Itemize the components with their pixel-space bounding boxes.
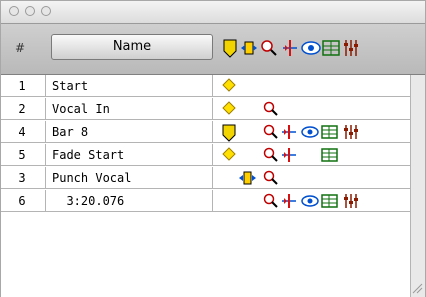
resize-grip-icon[interactable] (411, 282, 423, 294)
automation-icon (344, 40, 358, 56)
location-icons (215, 167, 411, 189)
location-icons (215, 190, 411, 212)
list-item[interactable]: 2 Vocal In (1, 98, 411, 120)
location-number: 1 (18, 79, 26, 93)
marker-icon (222, 101, 236, 115)
name-sort-button[interactable]: Name (51, 34, 213, 60)
memory-shield-icon (223, 39, 237, 58)
list-item[interactable]: 4 Bar 8 (1, 121, 411, 143)
location-name[interactable]: Bar 8 (45, 121, 213, 143)
zoom-icon (263, 124, 278, 139)
auto-icon (344, 125, 358, 139)
location-name[interactable]: Fade Start (45, 144, 213, 166)
track-height-icon (321, 148, 338, 162)
memory-icon (222, 124, 236, 142)
location-name[interactable]: Vocal In (45, 98, 213, 120)
auto-icon (344, 194, 358, 208)
track-height-icon (321, 125, 338, 139)
location-name[interactable]: Punch Vocal (45, 167, 213, 189)
zoom-icon (263, 170, 278, 185)
location-number: 3 (18, 171, 26, 185)
location-name[interactable]: Start (45, 75, 213, 97)
location-number: 6 (18, 194, 26, 208)
list-item[interactable]: 5 Fade Start (1, 144, 411, 166)
vertical-scrollbar[interactable] (410, 75, 425, 297)
location-icons (215, 98, 411, 120)
selection-icon (239, 171, 256, 185)
minimize-button[interactable] (25, 6, 35, 16)
zoom-icon (261, 40, 277, 56)
location-name[interactable]: 3:20.076 (45, 190, 213, 212)
marker-icon (222, 147, 236, 161)
track-height-icon (321, 194, 338, 208)
zoom-button[interactable] (41, 6, 51, 16)
memory-location-list: 1 Start 2 Vocal In 4 Bar 8 5 Fade Start 3 Punch V… (1, 75, 425, 297)
location-icons (215, 75, 411, 97)
list-item[interactable]: 3 Punch Vocal (1, 167, 411, 189)
marker-icon (222, 78, 236, 92)
close-button[interactable] (9, 6, 19, 16)
location-number: 5 (18, 148, 26, 162)
track-show-icon (301, 41, 321, 55)
number-column-header: # (15, 41, 26, 55)
pre-post-icon (282, 194, 296, 208)
pre-post-icon (282, 148, 296, 162)
selection-icon (241, 41, 257, 55)
list-item[interactable]: 6 3:20.076 (1, 190, 411, 212)
location-icons (215, 144, 411, 166)
location-number: 2 (18, 102, 26, 116)
zoom-icon (263, 193, 278, 208)
pre-post-icon (282, 125, 296, 139)
title-bar[interactable] (1, 1, 425, 24)
location-number: 4 (18, 125, 26, 139)
pre-post-roll-icon (283, 40, 297, 56)
list-item[interactable]: 1 Start (1, 75, 411, 97)
header-icon-strip (221, 38, 421, 63)
header-icons (223, 39, 358, 58)
memory-locations-window: # Name 1 Start 2 Vocal In 4 Bar 8 5 Fade… (0, 0, 426, 297)
track-show-icon (301, 126, 319, 138)
zoom-icon (263, 101, 278, 116)
column-header: # Name (1, 24, 425, 75)
location-icons (215, 121, 411, 143)
track-height-icon (322, 40, 340, 56)
zoom-icon (263, 147, 278, 162)
track-show-icon (301, 195, 319, 207)
